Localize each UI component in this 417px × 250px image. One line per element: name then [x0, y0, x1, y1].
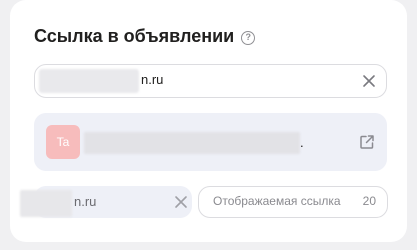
section-header: Ссылка в объявлении ? [34, 26, 256, 47]
preview-title-tail: . [300, 135, 304, 150]
short-link-value: n.ru [74, 194, 97, 209]
display-link-placeholder: Отображаемая ссылка [213, 194, 341, 208]
redacted-url-part [39, 69, 139, 93]
redacted-short-link-part [20, 190, 72, 217]
url-input-value: n.ru [141, 72, 164, 87]
section-title: Ссылка в объявлении [34, 26, 235, 46]
short-link-input[interactable]: n.ru [20, 186, 192, 218]
ad-link-card: Ссылка в объявлении ? n.ru Ta . n.ru Ото… [10, 0, 407, 242]
link-preview: Ta . [34, 113, 387, 171]
redacted-preview-title [84, 132, 300, 154]
char-counter: 20 [362, 194, 376, 208]
url-input[interactable]: n.ru [34, 64, 387, 98]
external-link-icon[interactable] [359, 134, 375, 150]
avatar: Ta [46, 125, 80, 159]
help-icon[interactable]: ? [241, 30, 256, 45]
close-icon[interactable] [174, 195, 188, 209]
close-icon[interactable] [362, 74, 376, 88]
display-link-input[interactable]: Отображаемая ссылка 20 [198, 186, 388, 218]
